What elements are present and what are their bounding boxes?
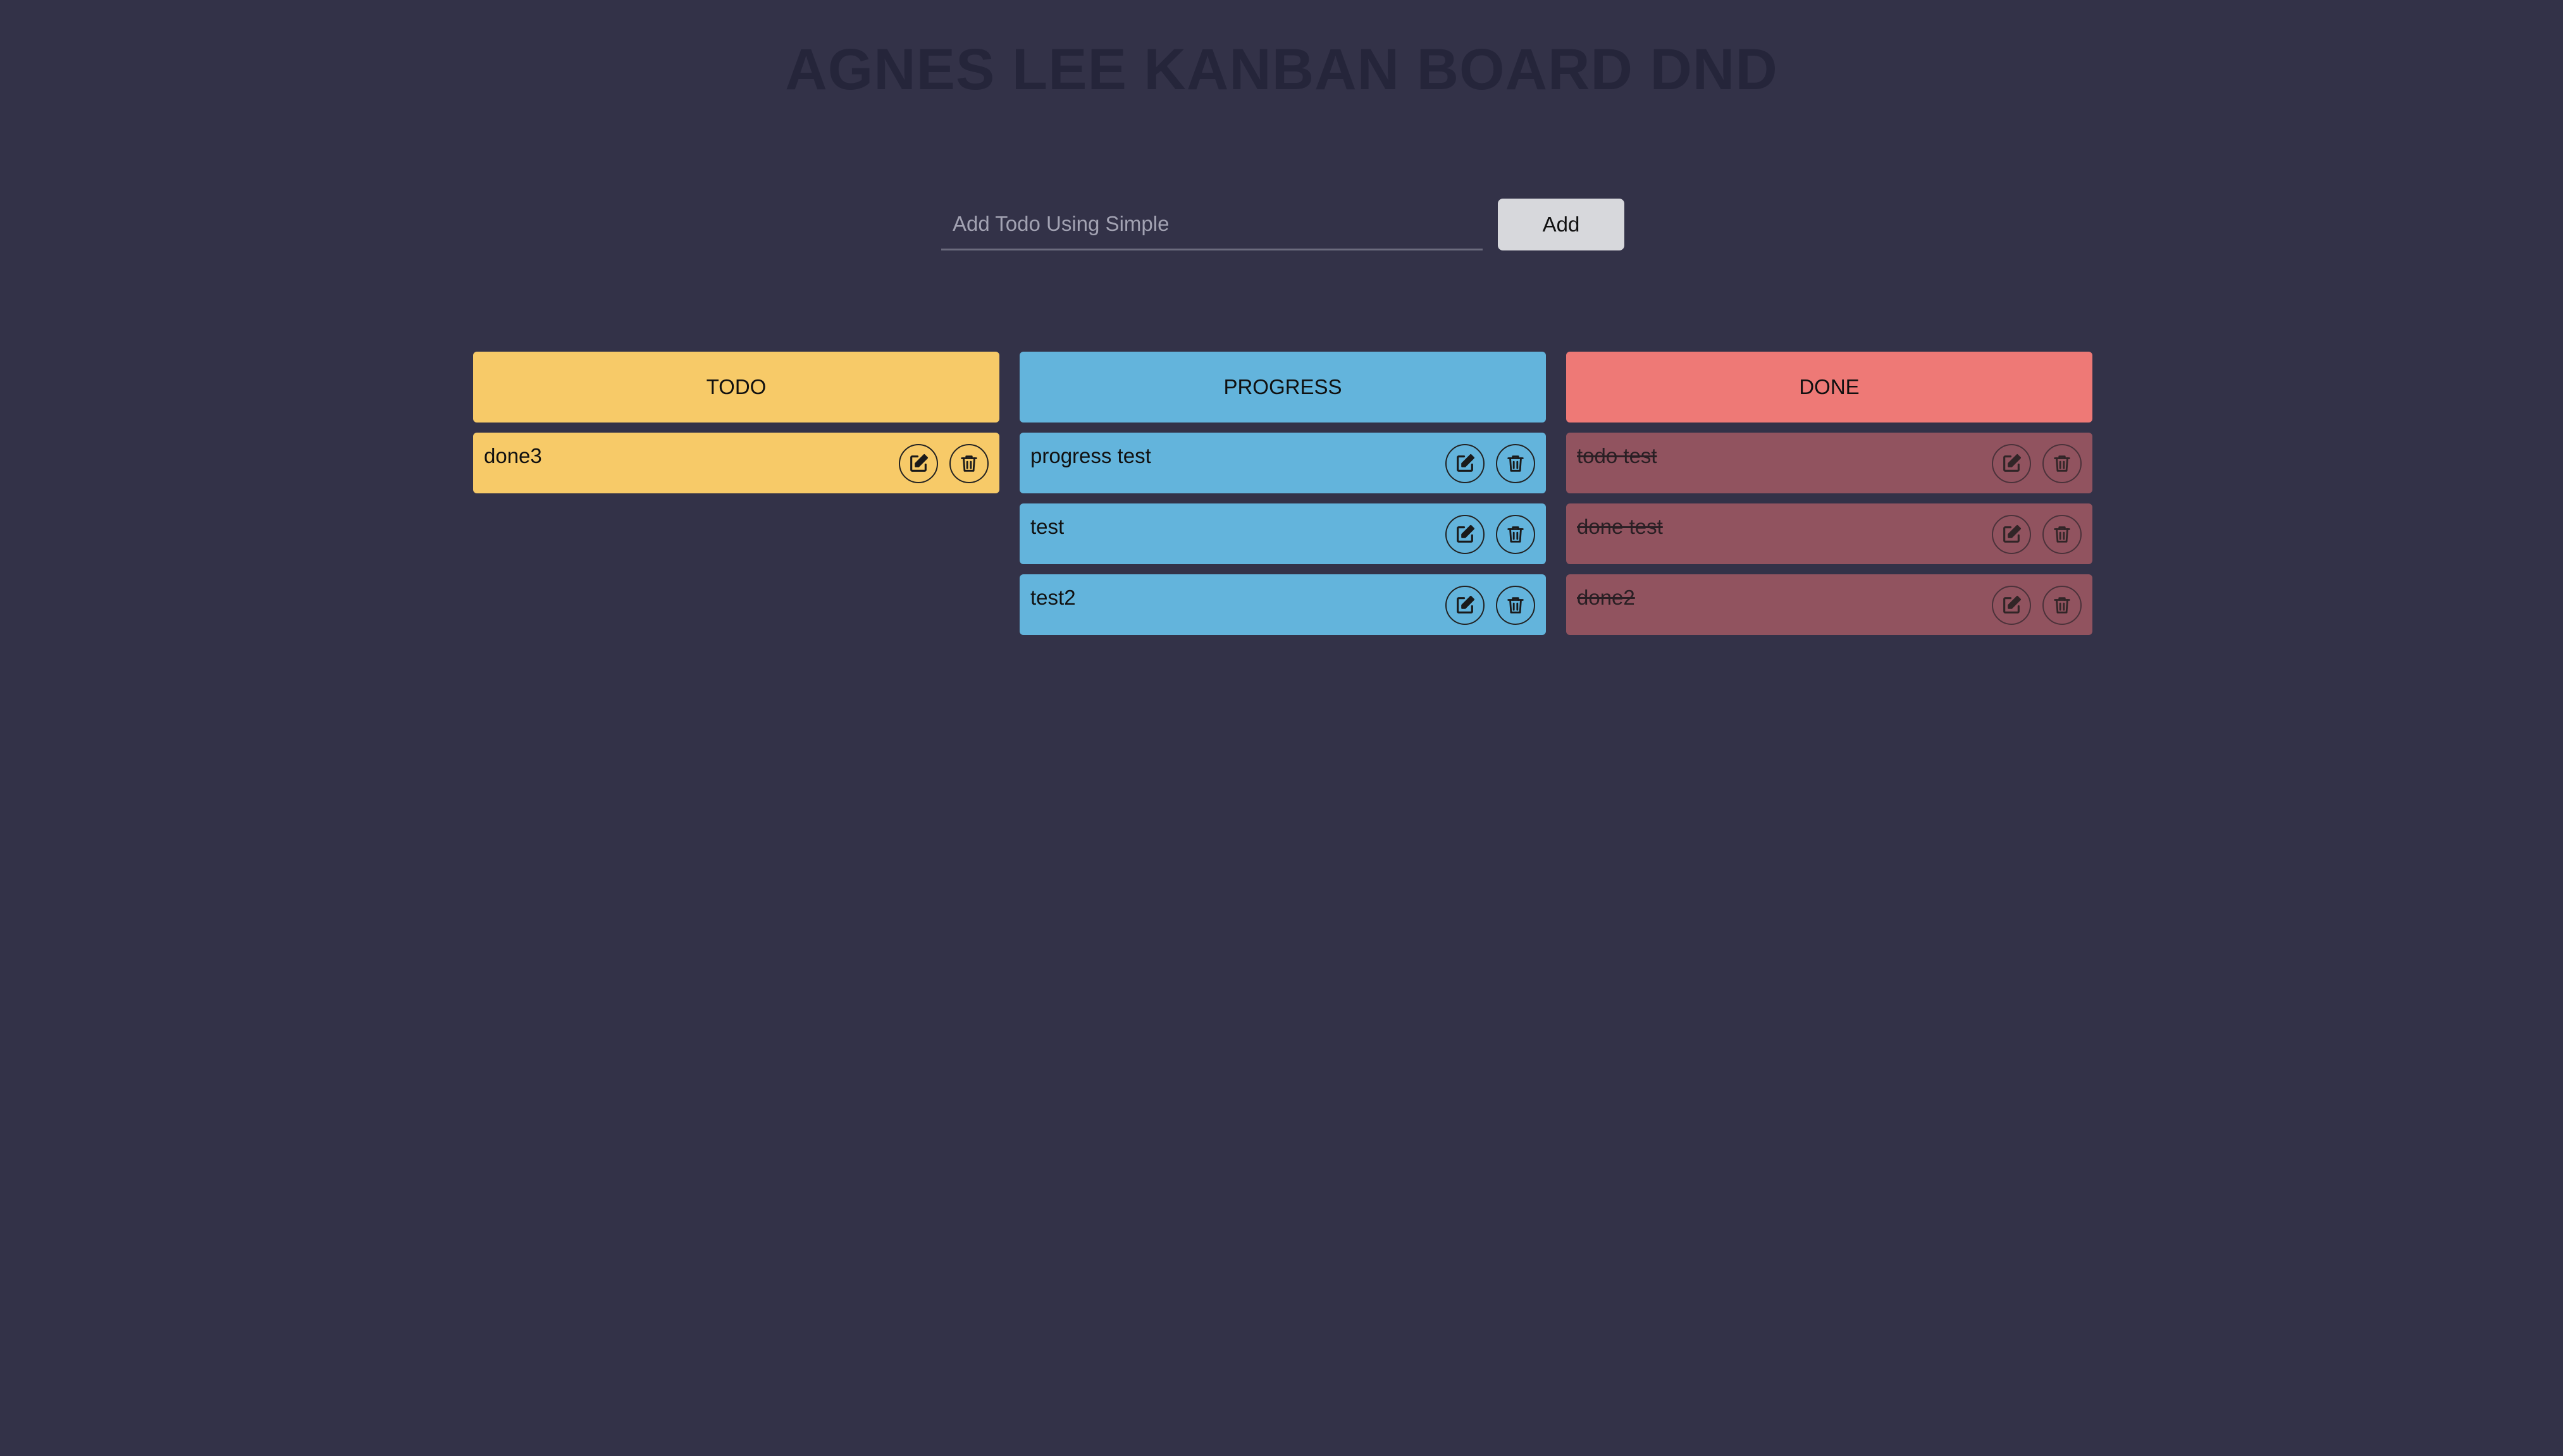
card-list-todo: done3 <box>473 433 999 493</box>
trash-icon <box>958 453 980 474</box>
todo-card[interactable]: done2 <box>1566 574 2092 635</box>
delete-button[interactable] <box>1496 586 1535 625</box>
delete-button[interactable] <box>1496 515 1535 554</box>
edit-button[interactable] <box>1992 586 2031 625</box>
edit-icon <box>1454 453 1476 474</box>
column-done: DONE todo test done test done2 <box>1566 352 2092 645</box>
trash-icon <box>1505 453 1526 474</box>
todo-card[interactable]: done test <box>1566 503 2092 564</box>
todo-card-text: done3 <box>484 444 542 467</box>
edit-icon <box>2001 453 2022 474</box>
edit-button[interactable] <box>1992 444 2031 483</box>
todo-card-text: progress test <box>1030 444 1151 467</box>
edit-button[interactable] <box>899 444 938 483</box>
delete-button[interactable] <box>949 444 989 483</box>
column-todo: TODO done3 <box>473 352 999 503</box>
edit-button[interactable] <box>1445 515 1485 554</box>
edit-icon <box>908 453 929 474</box>
todo-card[interactable]: progress test <box>1020 433 1546 493</box>
todo-card-text: test <box>1030 515 1065 538</box>
delete-button[interactable] <box>1496 444 1535 483</box>
card-list-progress: progress test test test2 <box>1020 433 1546 635</box>
todo-card-text: done2 <box>1577 586 1635 609</box>
column-header-done: DONE <box>1566 352 2092 423</box>
trash-icon <box>2051 453 2073 474</box>
column-header-progress: PROGRESS <box>1020 352 1546 423</box>
add-todo-form: Add <box>941 199 1624 250</box>
todo-card[interactable]: done3 <box>473 433 999 493</box>
column-header-todo: TODO <box>473 352 999 423</box>
add-button[interactable]: Add <box>1498 199 1624 250</box>
delete-button[interactable] <box>2042 515 2082 554</box>
todo-card[interactable]: test2 <box>1020 574 1546 635</box>
trash-icon <box>1505 524 1526 545</box>
card-list-done: todo test done test done2 <box>1566 433 2092 635</box>
trash-icon <box>2051 524 2073 545</box>
todo-card-text: done test <box>1577 515 1663 538</box>
todo-card[interactable]: todo test <box>1566 433 2092 493</box>
trash-icon <box>2051 595 2073 616</box>
todo-card[interactable]: test <box>1020 503 1546 564</box>
edit-button[interactable] <box>1445 586 1485 625</box>
edit-icon <box>1454 524 1476 545</box>
edit-icon <box>1454 595 1476 616</box>
page-title: AGNES LEE KANBAN BOARD DND <box>785 37 1778 102</box>
column-progress: PROGRESS progress test test test2 <box>1020 352 1546 645</box>
trash-icon <box>1505 595 1526 616</box>
todo-card-text: todo test <box>1577 444 1657 467</box>
edit-button[interactable] <box>1445 444 1485 483</box>
delete-button[interactable] <box>2042 586 2082 625</box>
delete-button[interactable] <box>2042 444 2082 483</box>
edit-icon <box>2001 595 2022 616</box>
kanban-app: AGNES LEE KANBAN BOARD DND Add TODO done… <box>0 0 2563 1456</box>
todo-card-text: test2 <box>1030 586 1076 609</box>
todo-input[interactable] <box>941 199 1483 250</box>
edit-button[interactable] <box>1992 515 2031 554</box>
edit-icon <box>2001 524 2022 545</box>
